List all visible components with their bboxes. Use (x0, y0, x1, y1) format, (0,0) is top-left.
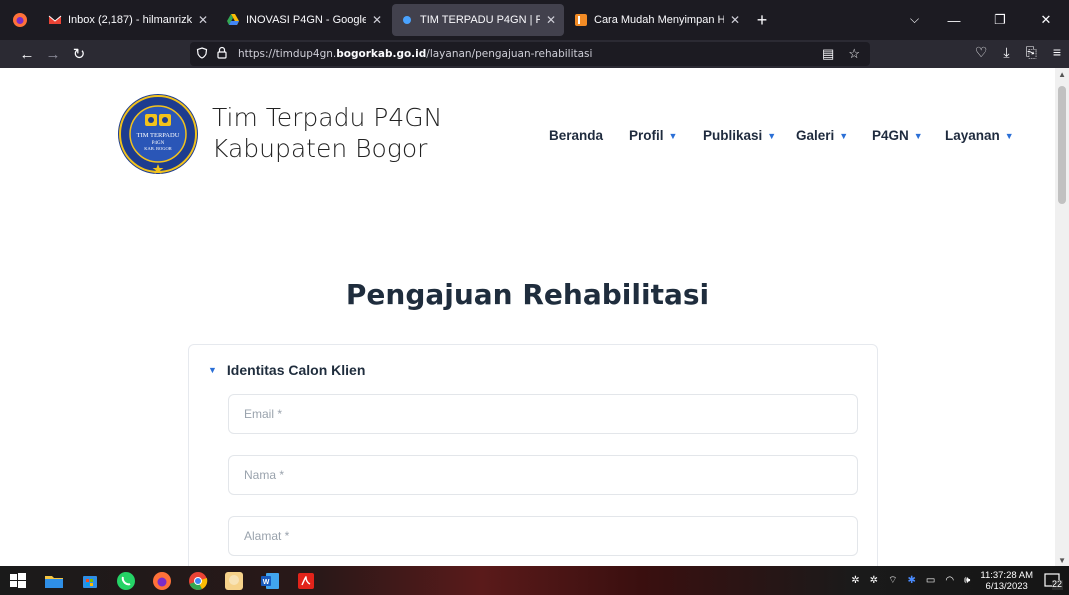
download-icon[interactable]: ⤓ (1003, 44, 1009, 61)
reader-view-icon[interactable]: ▤ (822, 46, 834, 62)
wifi-icon[interactable]: ◠ (945, 575, 954, 586)
scrollbar-thumb[interactable] (1058, 86, 1066, 204)
nav-label: Beranda (549, 128, 604, 143)
pocket-icon[interactable]: ♡ (975, 44, 988, 61)
google-drive-icon (226, 13, 240, 27)
tab-title: Cara Mudah Menyimpan Halam (594, 14, 724, 26)
logo-text-top: TIM TERPADU (137, 132, 180, 139)
close-tab-icon[interactable]: ✕ (546, 13, 556, 27)
tab-title: INOVASI P4GN - Google Drive (246, 14, 366, 26)
tab-title: TIM TERPADU P4GN | Pengajua (420, 14, 540, 26)
tab-google-drive[interactable]: INOVASI P4GN - Google Drive ✕ (218, 4, 390, 36)
nav-beranda[interactable]: Beranda (549, 128, 603, 143)
lock-icon[interactable] (216, 46, 230, 62)
nav-label: Profil (629, 128, 664, 143)
nav-p4gn[interactable]: P4GN ▼ (872, 128, 923, 143)
nama-field[interactable]: Nama * (228, 455, 858, 495)
clock-time: 11:37:28 AM (980, 569, 1033, 581)
site-logo[interactable]: TIM TERPADU P4GN KAB. BOGOR (116, 92, 200, 176)
page-title: Pengajuan Rehabilitasi (345, 278, 710, 311)
network-icon[interactable]: ⌔ (888, 574, 897, 587)
minimize-icon[interactable]: — (931, 13, 977, 28)
caret-down-icon: ▼ (913, 130, 923, 141)
tab-gmail[interactable]: Inbox (2,187) - hilmanrizkyy@g ✕ (40, 4, 216, 36)
photo-app-icon[interactable] (216, 566, 252, 595)
address-bar[interactable]: https://timdup4gn.bogorkab.go.id/layanan… (190, 42, 870, 66)
close-window-icon[interactable]: ✕ (1023, 12, 1069, 28)
close-tab-icon[interactable]: ✕ (372, 13, 382, 27)
nav-label: P4GN (872, 128, 909, 143)
brand-line-1: Tim Terpadu P4GN (212, 103, 443, 132)
bookmark-star-icon[interactable]: ☆ (848, 46, 860, 62)
nav-label: Layanan (945, 128, 1000, 143)
system-clock[interactable]: 11:37:28 AM 6/13/2023 (980, 570, 1033, 592)
nav-profil[interactable]: Profil ▼ (629, 128, 677, 143)
caret-down-icon: ▼ (767, 130, 777, 141)
caret-down-icon: ▼ (1004, 130, 1014, 141)
page-content: TIM TERPADU P4GN KAB. BOGOR Tim Terpadu … (0, 68, 1055, 566)
firefox-menu-icon[interactable] (0, 0, 40, 40)
restore-icon[interactable]: ❐ (977, 12, 1023, 28)
window-controls: — ❐ ✕ (931, 0, 1069, 40)
nav-publikasi[interactable]: Publikasi ▼ (703, 128, 776, 143)
article-icon (574, 13, 588, 27)
whatsapp-icon[interactable] (108, 566, 144, 595)
tracking-shield-icon[interactable] (196, 46, 210, 62)
battery-icon[interactable]: ▭ (926, 575, 935, 586)
url-prefix: https://timdup4gn. (238, 48, 337, 60)
pdf-reader-icon[interactable] (288, 566, 324, 595)
tab-p4gn-active[interactable]: TIM TERPADU P4GN | Pengajua ✕ (392, 4, 564, 36)
chrome-icon[interactable] (180, 566, 216, 595)
nav-label: Publikasi (703, 128, 763, 143)
firefox-taskbar-icon[interactable] (144, 566, 180, 595)
site-brand[interactable]: Tim Terpadu P4GN Kabupaten Bogor (212, 102, 442, 164)
nav-label: Galeri (796, 128, 835, 143)
nav-layanan[interactable]: Layanan ▼ (945, 128, 1014, 143)
section-title: Identitas Calon Klien (226, 362, 366, 378)
section-identitas-toggle[interactable]: ▼ Identitas Calon Klien (208, 362, 365, 378)
extensions-icon[interactable]: ⎘ (1026, 44, 1037, 61)
toolbar-right: ♡ ⤓ ⎘ ≡ (975, 44, 1061, 61)
clock-date: 6/13/2023 (985, 580, 1028, 592)
url-path: /layanan/pengajuan-rehabilitasi (426, 48, 593, 60)
back-icon[interactable]: ← (14, 46, 40, 63)
svg-text:W: W (263, 579, 270, 586)
scroll-down-icon[interactable]: ▼ (1058, 556, 1066, 565)
file-explorer-icon[interactable] (36, 566, 72, 595)
reload-icon[interactable]: ↻ (66, 45, 92, 63)
notification-center-icon[interactable]: 22 (1043, 571, 1063, 591)
tray-app-icon[interactable]: ✲ (851, 575, 859, 586)
bluetooth-icon[interactable]: ✱ (907, 575, 915, 586)
logo-text-bot: KAB. BOGOR (144, 146, 172, 151)
chevron-down-icon[interactable]: ⌵ (910, 12, 919, 27)
new-tab-button[interactable]: + (750, 10, 774, 31)
close-tab-icon[interactable]: ✕ (730, 13, 740, 27)
site-icon (400, 13, 414, 27)
caret-down-icon: ▼ (839, 130, 849, 141)
email-field[interactable]: Email * (228, 394, 858, 434)
url-text: https://timdup4gn.bogorkab.go.id/layanan… (238, 48, 592, 60)
system-tray: ✲ ✲ ⌔ ✱ ▭ ◠ 🕪 11:37:28 AM 6/13/2023 (851, 566, 1033, 595)
notification-count: 22 (1052, 579, 1063, 589)
caret-down-icon: ▼ (668, 130, 678, 141)
volume-icon[interactable]: 🕪 (964, 575, 970, 586)
scroll-up-icon[interactable]: ▲ (1058, 70, 1066, 79)
tab-title: Inbox (2,187) - hilmanrizkyy@g (68, 14, 192, 26)
microsoft-store-icon[interactable] (72, 566, 108, 595)
microsoft-word-icon[interactable]: W (252, 566, 288, 595)
hamburger-menu-icon[interactable]: ≡ (1053, 44, 1061, 61)
tab-article[interactable]: Cara Mudah Menyimpan Halam ✕ (566, 4, 748, 36)
url-domain: bogorkab.go.id (336, 48, 427, 60)
windows-start-icon[interactable] (0, 566, 36, 595)
tab-strip: Inbox (2,187) - hilmanrizkyy@g ✕ INOVASI… (0, 0, 1069, 40)
caret-down-icon: ▼ (208, 365, 217, 375)
brand-line-2: Kabupaten Bogor (212, 134, 428, 163)
close-tab-icon[interactable]: ✕ (198, 13, 208, 27)
forward-icon[interactable]: → (40, 46, 66, 63)
gmail-icon (48, 13, 62, 27)
alamat-field[interactable]: Alamat * (228, 516, 858, 556)
tray-app-icon[interactable]: ✲ (870, 575, 878, 586)
nav-galeri[interactable]: Galeri ▼ (796, 128, 848, 143)
